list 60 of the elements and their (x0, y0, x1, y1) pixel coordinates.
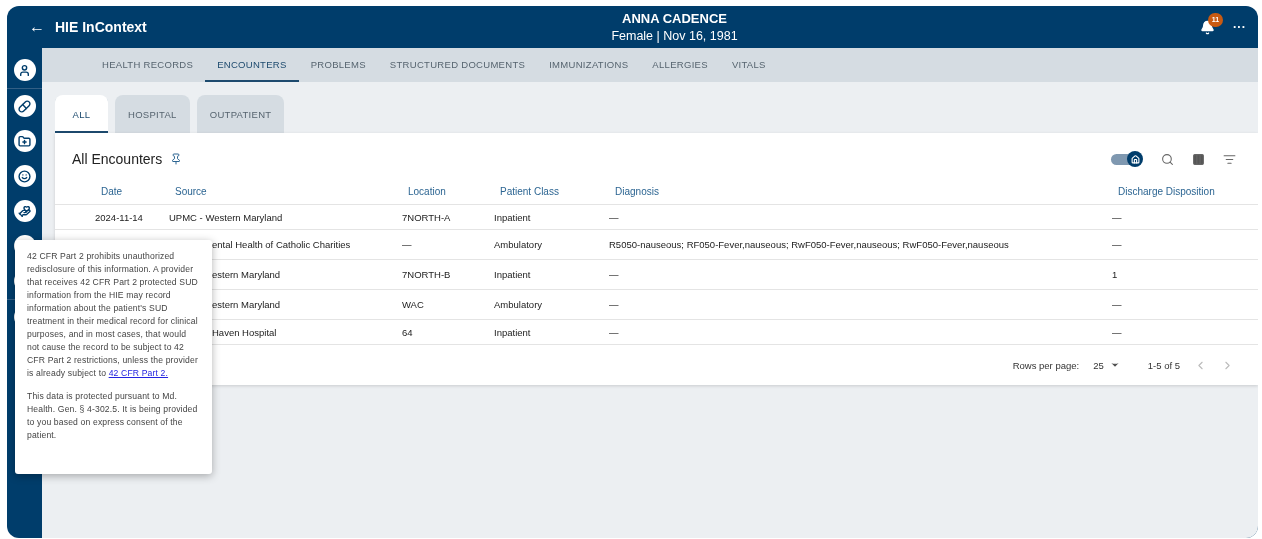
page-range: 1-5 of 5 (1147, 359, 1180, 371)
caret-icon (1109, 360, 1120, 370)
filter-tab[interactable]: OUTPATIENT (196, 95, 285, 133)
tooltip-text: This data is protected pursuant to Md. Health. Gen. § 4-302.5. It is being provided to you based on express consent of the patient. (27, 390, 199, 442)
home-icon (1130, 154, 1140, 164)
pill-icon[interactable] (13, 95, 36, 117)
nav-tab[interactable]: STRUCTURED DOCUMENTS (377, 48, 538, 82)
table-cell: Ambulatory (494, 290, 609, 320)
table-cell: Inpatient (494, 260, 609, 290)
search-icon[interactable] (1161, 152, 1174, 166)
table-cell: — (1112, 230, 1258, 260)
table-cell: — (1112, 320, 1258, 345)
table-cell: — (609, 205, 1112, 230)
nav-tab[interactable]: IMMUNIZATIONS (537, 48, 641, 82)
table-cell: 2024-11-14 (55, 205, 169, 230)
filter-tab[interactable]: ALL (55, 95, 108, 133)
folder-icon[interactable] (13, 130, 36, 152)
table-cell: 7NORTH-B (402, 260, 494, 290)
table-cell: Ambulatory (494, 230, 609, 260)
table-cell: UPMC - Western Maryland (169, 205, 402, 230)
table-cell: — (1112, 205, 1258, 230)
column-header[interactable]: Source (169, 181, 402, 205)
nav-tab[interactable]: ENCOUNTERS (205, 48, 299, 82)
filter-tab[interactable]: HOSPITAL (115, 95, 190, 133)
patient-name: ANNA CADENCE (622, 11, 727, 26)
table-cell: — (402, 230, 494, 260)
column-header[interactable]: Patient Class (494, 181, 609, 205)
nav-tab[interactable]: HEALTH RECORDS (90, 48, 206, 82)
table-cell: R5050-nauseous; RF050-Fever,nauseous; RwF050-Fever,nauseous; RwF050-Fever,nauseous (609, 230, 1112, 260)
table-cell: WAC (402, 290, 494, 320)
nav-tab[interactable]: ALLERGIES (640, 48, 720, 82)
table-cell: — (1112, 290, 1258, 320)
pin-icon[interactable] (170, 153, 183, 165)
table-cell: — (609, 260, 1112, 290)
columns-icon[interactable] (1192, 152, 1205, 166)
home-toggle[interactable] (1111, 151, 1143, 167)
column-header[interactable]: Diagnosis (609, 181, 1112, 205)
table-cell: 64 (402, 320, 494, 345)
back-button[interactable]: ← (29, 18, 45, 36)
filter-icon[interactable] (1223, 152, 1236, 166)
nav-tab[interactable]: VITALS (719, 48, 778, 82)
column-header[interactable]: Discharge Disposition (1112, 181, 1258, 205)
table-cell: Inpatient (494, 205, 609, 230)
patient-info: Female | Nov 16, 1981 (611, 29, 738, 43)
nav-tab[interactable]: PROBLEMS (298, 48, 378, 82)
user-icon[interactable] (13, 59, 36, 81)
rows-per-page-label: Rows per page: (1012, 359, 1080, 371)
table-cell: 7NORTH-A (402, 205, 494, 230)
face-icon[interactable] (13, 165, 36, 187)
cfr-link[interactable]: 42 CFR Part 2. (108, 368, 169, 378)
column-header[interactable]: Date (55, 181, 169, 205)
table-cell: Inpatient (494, 320, 609, 345)
app-title: HIE InContext (55, 19, 147, 35)
card-title: All Encounters (72, 151, 163, 167)
table-cell: — (609, 320, 1112, 345)
rows-per-page-select[interactable]: 25 (1093, 359, 1120, 371)
table-cell: — (609, 290, 1112, 320)
more-button[interactable]: ... (1233, 17, 1246, 31)
column-header[interactable]: Location (402, 181, 494, 205)
table-cell: 1 (1112, 260, 1258, 290)
